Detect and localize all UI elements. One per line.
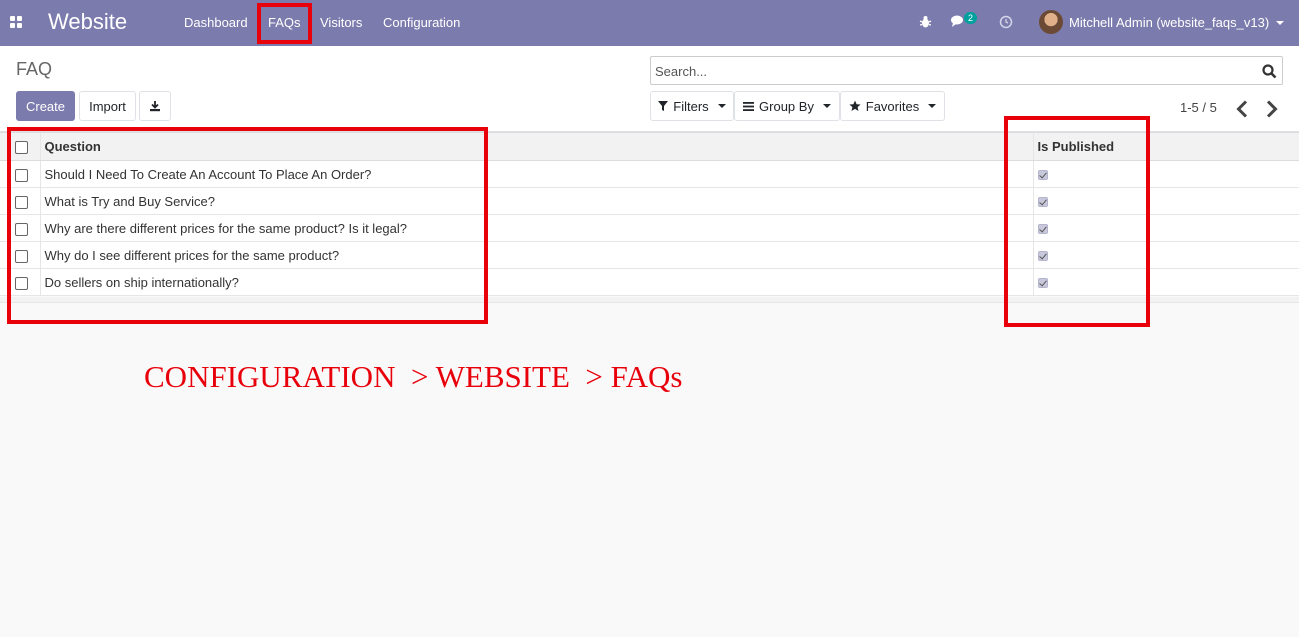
search-box [650, 56, 1283, 85]
user-menu-name[interactable]: Mitchell Admin (website_faqs_v13) [1069, 15, 1269, 30]
favorites-button[interactable]: Favorites [840, 91, 945, 121]
highlight-box-question-column [7, 127, 488, 324]
menu-configuration[interactable]: Configuration [383, 15, 460, 30]
pager-value[interactable]: 1-5 / 5 [1180, 100, 1217, 115]
group-by-button[interactable]: Group By [734, 91, 840, 121]
chevron-down-icon[interactable] [1276, 21, 1284, 25]
annotation-caption: CONFIGURATION > WEBSITE > FAQs [144, 359, 683, 394]
top-navbar: Website Dashboard FAQs Visitors Configur… [0, 0, 1299, 46]
bars-icon [743, 101, 755, 111]
filters-button[interactable]: Filters [650, 91, 734, 121]
download-icon [150, 101, 160, 112]
chat-count-badge: 2 [964, 12, 978, 24]
highlight-box-published-column [1004, 116, 1150, 327]
chevron-right-icon[interactable] [1263, 100, 1279, 118]
app-brand: Website [48, 9, 128, 34]
menu-visitors[interactable]: Visitors [320, 15, 362, 30]
apps-icon[interactable] [10, 16, 23, 29]
star-icon [849, 100, 861, 111]
export-button[interactable] [139, 91, 171, 121]
favorites-label: Favorites [865, 98, 920, 114]
search-icon[interactable] [1262, 64, 1277, 79]
import-button[interactable]: Import [79, 91, 136, 121]
highlight-box-faqs-menu [257, 3, 312, 44]
user-avatar[interactable] [1039, 10, 1063, 34]
search-input[interactable] [655, 60, 1245, 82]
chevron-left-icon[interactable] [1235, 100, 1251, 118]
menu-dashboard[interactable]: Dashboard [184, 15, 248, 30]
group-by-label: Group By [759, 98, 814, 114]
page-title: FAQ [16, 59, 53, 79]
clock-icon[interactable] [999, 15, 1013, 29]
filters-label: Filters [673, 98, 709, 114]
filter-icon [658, 101, 669, 111]
create-button[interactable]: Create [16, 91, 75, 121]
bug-icon[interactable] [919, 15, 932, 29]
